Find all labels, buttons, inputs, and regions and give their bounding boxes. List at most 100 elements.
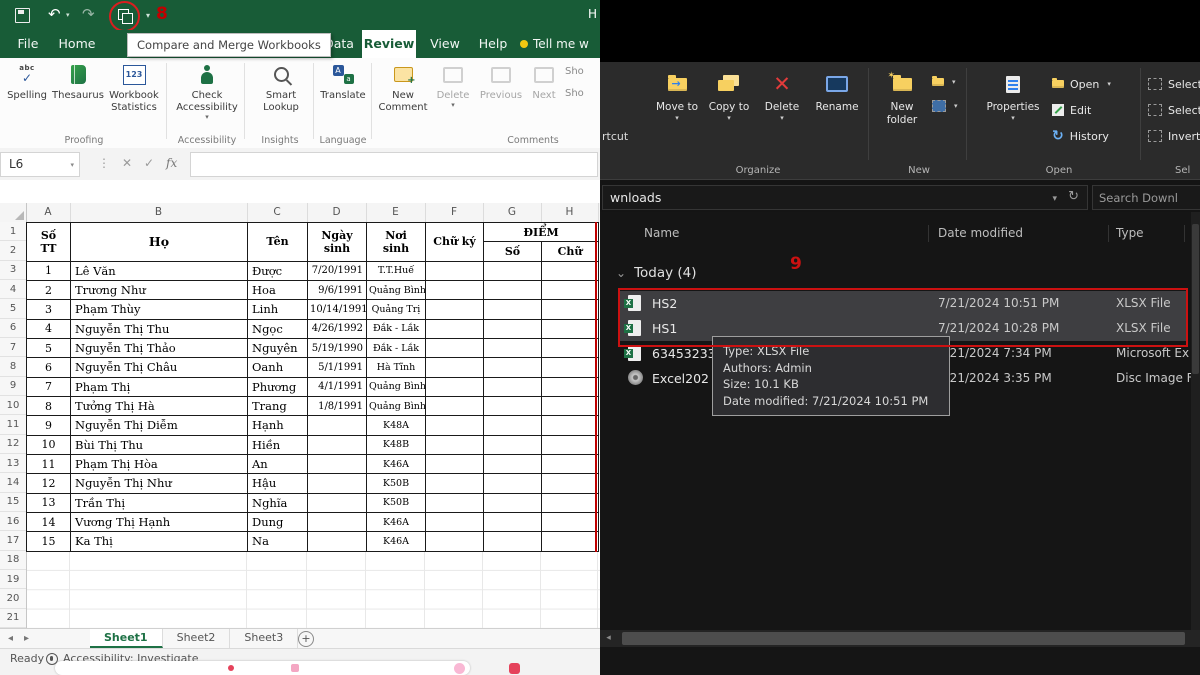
row-header-17[interactable]: 17 xyxy=(0,531,26,550)
edit-button[interactable]: Edit xyxy=(1052,98,1091,122)
spelling-button[interactable]: abc✓ Spelling xyxy=(4,61,50,102)
column-separator[interactable] xyxy=(1108,225,1109,242)
row-header-12[interactable]: 12 xyxy=(0,435,26,454)
properties-button[interactable]: Properties ▾ xyxy=(984,68,1042,122)
table-row[interactable]: 5 Nguyễn Thị Thảo Nguyên 5/19/1990 Đắk -… xyxy=(27,338,599,357)
undo-dropdown-icon[interactable]: ▾ xyxy=(66,11,70,19)
select-all-button[interactable]: Select a xyxy=(1148,72,1200,96)
table-row[interactable]: 1 Lê Văn Được 7/20/1991 T.T.Huế xyxy=(27,261,599,280)
row-header-3[interactable]: 3 xyxy=(0,261,26,280)
new-item-button[interactable]: ▾ xyxy=(932,70,956,94)
tab-help[interactable]: Help xyxy=(472,30,514,58)
column-header-A[interactable]: A xyxy=(26,203,71,222)
tab-file[interactable]: File xyxy=(8,30,48,58)
address-dropdown-icon[interactable]: ▾ xyxy=(1052,194,1057,204)
table-row[interactable]: 12 Nguyễn Thị Như Hậu K50B xyxy=(27,474,599,493)
scrollbar-thumb[interactable] xyxy=(1192,224,1199,374)
row-header-10[interactable]: 10 xyxy=(0,396,26,415)
new-sheet-button[interactable]: + xyxy=(298,631,314,647)
paste-shortcut-button-partial[interactable]: rtcut xyxy=(602,130,628,143)
invert-selection-button[interactable]: Invert s xyxy=(1148,124,1200,148)
table-row[interactable]: 2 Trương Như Hoa 9/6/1991 Quảng Bình xyxy=(27,280,599,299)
collapse-icon[interactable]: ⌄ xyxy=(616,266,626,280)
tab-home[interactable]: Home xyxy=(54,30,100,58)
column-separator[interactable] xyxy=(1184,225,1185,242)
refresh-icon[interactable]: ↻ xyxy=(1068,189,1079,204)
translate-button[interactable]: Translate xyxy=(317,61,369,102)
formula-input[interactable] xyxy=(190,152,598,177)
scrollbar-thumb[interactable] xyxy=(622,632,1185,645)
horizontal-scrollbar[interactable]: ◂ xyxy=(600,630,1200,647)
column-header-B[interactable]: B xyxy=(70,203,248,222)
sheet-nav-left-icon[interactable]: ◂ xyxy=(8,629,13,648)
redo-icon[interactable]: ↷ xyxy=(82,4,95,24)
address-box[interactable]: wnloads ▾ ↻ xyxy=(602,185,1088,210)
column-header-G[interactable]: G xyxy=(483,203,542,222)
row-header-4[interactable]: 4 xyxy=(0,280,26,299)
column-header-D[interactable]: D xyxy=(307,203,367,222)
table-row[interactable]: 4 Nguyễn Thị Thu Ngọc 4/26/1992 Đắk - Lắ… xyxy=(27,319,599,338)
sheet-nav-right-icon[interactable]: ▸ xyxy=(24,629,29,648)
tab-view[interactable]: View xyxy=(424,30,466,58)
select-none-button[interactable]: Select n xyxy=(1148,98,1200,122)
smart-lookup-button[interactable]: Smart Lookup xyxy=(250,61,312,114)
row-header-6[interactable]: 6 xyxy=(0,319,26,338)
check-accessibility-button[interactable]: Check Accessibility ▾ xyxy=(172,61,242,120)
vertical-scrollbar[interactable] xyxy=(1191,212,1200,630)
rename-button[interactable]: Rename xyxy=(810,68,864,114)
column-header-C[interactable]: C xyxy=(247,203,308,222)
column-header-H[interactable]: H xyxy=(541,203,599,222)
excel-grid[interactable]: 123456789101112131415161718192021 Số TT … xyxy=(0,222,600,628)
search-input[interactable] xyxy=(1092,185,1200,210)
column-header-type[interactable]: Type xyxy=(1116,222,1144,244)
scroll-left-icon[interactable]: ◂ xyxy=(600,630,617,647)
name-box[interactable]: L6 ▾ xyxy=(0,152,80,177)
undo-icon[interactable]: ↶ xyxy=(48,4,61,24)
new-comment-button[interactable]: New Comment xyxy=(377,61,429,114)
table-row[interactable]: 14 Vương Thị Hạnh Dung K46A xyxy=(27,512,599,531)
compare-merge-workbooks-icon[interactable] xyxy=(118,9,129,20)
open-button[interactable]: Open▾ xyxy=(1052,72,1111,96)
insert-function-icon[interactable]: fx xyxy=(166,152,177,175)
enter-icon[interactable]: ✓ xyxy=(144,152,154,175)
copy-to-button[interactable]: Copy to ▾ xyxy=(704,68,754,122)
column-header-E[interactable]: E xyxy=(366,203,426,222)
cancel-icon[interactable]: ✕ xyxy=(122,152,132,175)
new-folder-button[interactable]: ✶ New folder xyxy=(876,68,928,127)
row-header-15[interactable]: 15 xyxy=(0,493,26,512)
row-header-13[interactable]: 13 xyxy=(0,454,26,473)
save-icon[interactable] xyxy=(15,8,30,23)
table-row[interactable]: 8 Tưởng Thị Hà Trang 1/8/1991 Quảng Bình xyxy=(27,396,599,415)
next-comment-button[interactable]: Next xyxy=(527,61,561,102)
row-header-11[interactable]: 11 xyxy=(0,415,26,434)
delete-comment-button[interactable]: Delete ▾ xyxy=(431,61,475,108)
workbook-statistics-button[interactable]: 123 Workbook Statistics xyxy=(104,61,164,114)
sheet-tab[interactable]: Sheet2 xyxy=(163,629,231,648)
row-header-14[interactable]: 14 xyxy=(0,473,26,492)
table-row[interactable]: 10 Bùi Thị Thu Hiền K48B xyxy=(27,435,599,454)
thesaurus-button[interactable]: Thesaurus xyxy=(52,61,104,102)
tell-me-box[interactable]: Tell me w xyxy=(520,30,589,58)
column-header-date-modified[interactable]: Date modified xyxy=(938,222,1023,244)
row-header-8[interactable]: 8 xyxy=(0,357,26,376)
show-comments-button-partial[interactable]: Sho xyxy=(565,66,584,77)
row-header-9[interactable]: 9 xyxy=(0,377,26,396)
delete-button[interactable]: ✕ Delete ▾ xyxy=(758,68,806,122)
move-to-button[interactable]: → Move to ▾ xyxy=(652,68,702,122)
row-header-2[interactable]: 2 xyxy=(0,241,26,260)
column-separator[interactable] xyxy=(928,225,929,242)
easy-access-button[interactable]: ▾ xyxy=(932,94,958,118)
previous-comment-button[interactable]: Previous xyxy=(477,61,525,102)
table-row[interactable]: 6 Nguyễn Thị Châu Oanh 5/1/1991 Hà Tĩnh xyxy=(27,358,599,377)
table-row[interactable]: 7 Phạm Thị Phương 4/1/1991 Quảng Bình xyxy=(27,377,599,396)
select-all-corner[interactable] xyxy=(0,203,27,222)
file-row[interactable]: HS2 7/21/2024 10:51 PM XLSX File xyxy=(618,291,1186,316)
row-header-1[interactable]: 1 xyxy=(0,222,26,241)
row-header-16[interactable]: 16 xyxy=(0,512,26,531)
row-header-18[interactable]: 18 xyxy=(0,551,26,570)
tab-review[interactable]: Review xyxy=(362,30,416,58)
sheet-tab[interactable]: Sheet3 xyxy=(230,629,298,648)
table-row[interactable]: 15 Ka Thị Na K46A xyxy=(27,532,599,551)
table-row[interactable]: 3 Phạm Thùy Linh 10/14/1991 Quảng Trị xyxy=(27,300,599,319)
group-header-today[interactable]: ⌄Today (4) xyxy=(616,262,697,284)
